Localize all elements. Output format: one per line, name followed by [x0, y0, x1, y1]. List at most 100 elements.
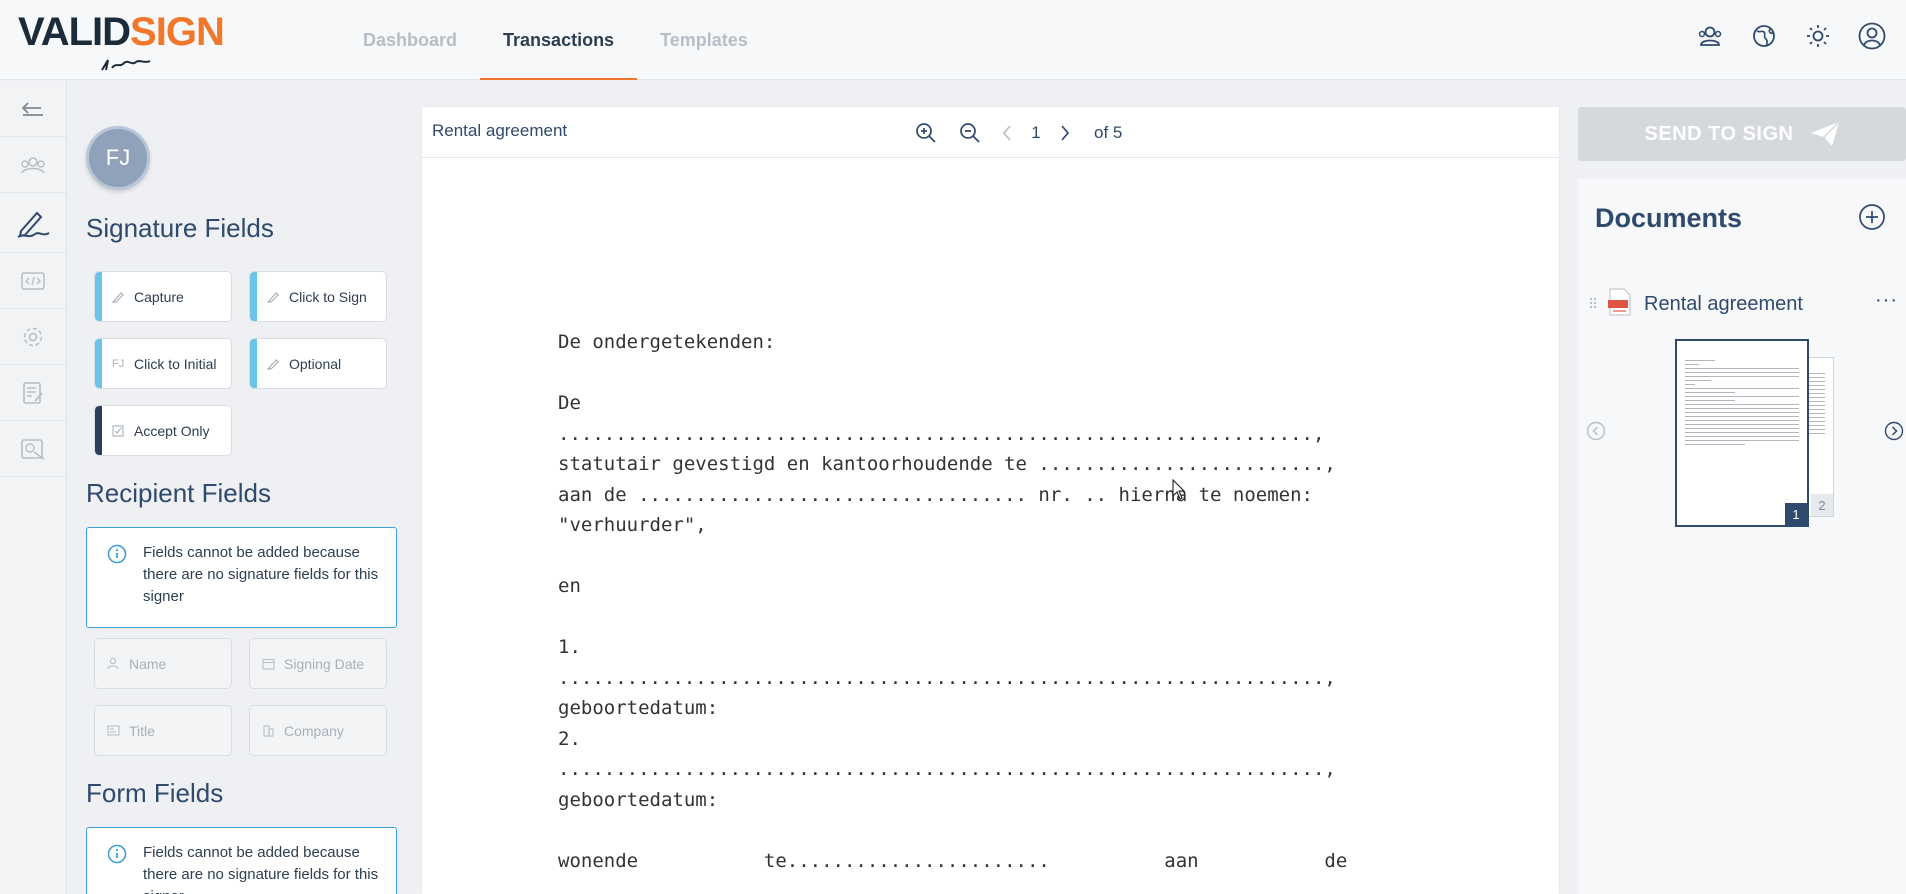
name-field-button: Name — [94, 638, 232, 689]
document-line: De ondergetekenden: — [558, 331, 776, 353]
drag-handle-icon[interactable]: ⠿ — [1588, 296, 1602, 313]
viewer-document-title: Rental agreement — [432, 121, 568, 140]
nav-transactions[interactable]: Transactions — [480, 0, 638, 80]
document-name: Rental agreement — [1644, 292, 1803, 315]
checkbox-icon — [112, 424, 126, 437]
zoom-out-icon — [960, 123, 980, 143]
document-line: en — [558, 575, 581, 597]
chevron-left-icon — [1002, 125, 1011, 141]
document-line: 2. — [558, 727, 581, 750]
signer-avatar[interactable]: FJ — [86, 126, 150, 190]
globe-icon[interactable] — [1750, 22, 1778, 50]
code-icon — [21, 271, 45, 290]
calendar-icon — [262, 658, 276, 670]
recipients-icon — [21, 156, 45, 173]
document-body: De ondergetekenden: De..................… — [558, 327, 1347, 876]
rail-recipients[interactable] — [0, 137, 66, 193]
field-color-bar — [95, 272, 102, 321]
send-to-sign-button[interactable]: SEND TO SIGN — [1578, 107, 1906, 161]
thumbs-next-button[interactable] — [1884, 421, 1904, 446]
name-label: Name — [129, 655, 167, 672]
rail-back[interactable] — [0, 81, 66, 137]
validsign-logo[interactable]: VALIDSIGN — [18, 10, 233, 71]
company-label: Company — [284, 722, 344, 739]
click-to-sign-field-button[interactable]: Click to Sign — [249, 271, 387, 322]
next-page-button[interactable] — [1050, 119, 1080, 147]
back-icon — [21, 101, 43, 116]
nav-templates[interactable]: Templates — [637, 0, 771, 80]
document-line: "verhuurder", — [558, 514, 707, 536]
optional-field-button[interactable]: Optional — [249, 338, 387, 389]
thumbs-prev-button[interactable] — [1586, 421, 1606, 446]
add-document-button[interactable] — [1858, 203, 1886, 236]
current-page[interactable]: 1 — [1022, 123, 1050, 143]
info-icon — [107, 844, 127, 871]
rail-signature[interactable] — [0, 193, 66, 253]
document-line: ........................................… — [558, 422, 1325, 445]
users-icon[interactable] — [1696, 22, 1724, 50]
document-line: aan de .................................… — [558, 483, 1313, 506]
pen-icon — [267, 357, 281, 370]
document-line: ........................................… — [558, 758, 1336, 780]
more-options-icon[interactable]: ··· — [1875, 289, 1898, 312]
document-line: geboortedatum: — [558, 788, 719, 811]
thumbnail-page-number: 1 — [1785, 503, 1807, 525]
account-icon[interactable] — [1858, 22, 1886, 50]
capture-field-button[interactable]: Capture — [94, 271, 232, 322]
capture-label: Capture — [134, 288, 184, 305]
send-to-sign-label: SEND TO SIGN — [1644, 122, 1794, 145]
click-to-initial-field-button[interactable]: FJ Click to Initial — [94, 338, 232, 389]
top-bar: VALIDSIGN Dashboard Transactions Templat… — [0, 0, 1906, 80]
signature-pen-icon — [17, 211, 50, 238]
zoom-out-button[interactable] — [948, 119, 992, 147]
optional-label: Optional — [289, 355, 342, 372]
accept-only-field-button[interactable]: Accept Only — [94, 405, 232, 456]
chevron-right-circle-icon — [1884, 421, 1904, 441]
title-label: Title — [129, 722, 155, 739]
form-fields-notice: Fields cannot be added because there are… — [86, 827, 397, 894]
document-list-item[interactable]: ⠿ Rental agreement ··· — [1588, 287, 1898, 321]
document-line: De — [558, 392, 581, 414]
click-to-initial-label: Click to Initial — [134, 355, 217, 372]
previous-page-button[interactable] — [992, 119, 1022, 147]
initials-icon: FJ — [112, 357, 125, 370]
logo-text-sign: SIGN — [130, 10, 225, 54]
field-color-bar — [250, 339, 257, 388]
signing-date-field-button: Signing Date — [249, 638, 387, 689]
recipient-fields-title: Recipient Fields — [86, 478, 271, 508]
recipient-notice-text: Fields cannot be added because there are… — [143, 544, 379, 605]
page-total: of 5 — [1094, 123, 1123, 142]
building-icon — [262, 724, 276, 737]
rail-settings[interactable] — [0, 309, 66, 365]
rail-code[interactable] — [0, 253, 66, 309]
nav-dashboard[interactable]: Dashboard — [340, 0, 480, 80]
mouse-cursor-icon — [1172, 479, 1186, 500]
documents-title: Documents — [1595, 203, 1743, 233]
zoom-in-icon — [916, 123, 936, 143]
click-to-sign-label: Click to Sign — [289, 288, 367, 305]
rail-form[interactable] — [0, 365, 66, 421]
stamp-icon — [21, 438, 45, 460]
document-line: 1. — [558, 636, 581, 658]
paper-plane-icon — [1810, 121, 1840, 146]
left-rail — [0, 81, 67, 894]
rail-stamp[interactable] — [0, 421, 66, 477]
page-thumbnails: 2 1 — [1578, 339, 1906, 539]
chevron-right-icon — [1061, 125, 1070, 141]
field-color-bar — [95, 406, 102, 455]
signing-date-label: Signing Date — [284, 655, 365, 672]
sun-icon[interactable] — [1804, 22, 1832, 50]
chevron-left-circle-icon — [1586, 421, 1606, 441]
id-card-icon — [107, 725, 121, 736]
logo-text-valid: VALID — [18, 10, 131, 54]
logo-signature-mark — [101, 59, 151, 71]
pdf-file-icon — [1608, 287, 1632, 321]
page-thumbnail-1[interactable]: 1 — [1675, 339, 1809, 527]
settings-icon — [23, 327, 43, 346]
field-color-bar — [250, 272, 257, 321]
pen-icon — [267, 290, 281, 303]
zoom-in-button[interactable] — [904, 119, 948, 147]
